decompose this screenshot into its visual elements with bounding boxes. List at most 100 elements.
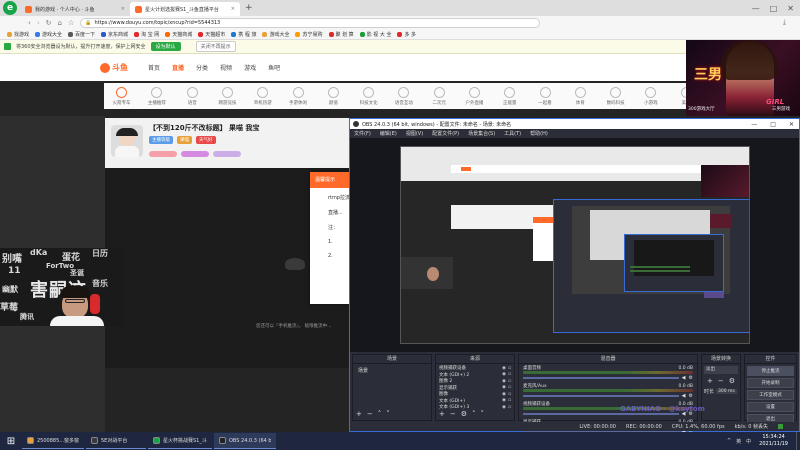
category-item[interactable]: 数码科技 <box>598 86 633 106</box>
show-desktop[interactable] <box>796 432 800 450</box>
start-button[interactable]: ⊞ <box>0 436 22 447</box>
minimize-icon[interactable]: — <box>752 4 760 13</box>
host-tag[interactable]: 主播等级 <box>149 136 173 144</box>
bookmark-item[interactable]: 百度一下 <box>65 31 98 38</box>
douyu-logo[interactable]: 斗鱼 <box>100 62 128 73</box>
category-item[interactable]: 二次元 <box>422 86 457 106</box>
new-tab-button[interactable]: + <box>240 3 258 13</box>
bookmark-item[interactable]: 淘 宝 网 <box>131 31 162 38</box>
back-icon[interactable]: ‹ <box>28 19 31 27</box>
room-tag[interactable] <box>149 151 177 157</box>
taskbar-item[interactable]: 2500885...窗多窗口... <box>22 433 84 449</box>
home-icon[interactable]: ⌂ <box>58 19 62 27</box>
bookmark-item[interactable]: 携 程 旅 <box>228 31 259 38</box>
bookmark-item[interactable]: 京东商城 <box>98 31 131 38</box>
maximize-icon[interactable]: □ <box>770 4 778 13</box>
browser-tab[interactable]: 星火计划选拔赛S1_斗鱼直播平台 × <box>130 2 240 16</box>
category-item[interactable]: 单机热游 <box>245 86 280 106</box>
scene-item[interactable]: 场景 <box>356 366 428 375</box>
nav-item[interactable]: 分类 <box>190 63 214 72</box>
nav-item[interactable]: 直播 <box>166 63 190 72</box>
host-tag[interactable]: 天气好 <box>196 136 216 144</box>
add-scene-icon[interactable]: + <box>356 410 362 418</box>
control-button[interactable]: 停止推流 <box>747 366 794 376</box>
category-item[interactable]: 颜值 <box>316 86 351 106</box>
duration-input[interactable]: 300 ms <box>716 389 737 394</box>
obs-close-icon[interactable]: ✕ <box>784 121 799 128</box>
obs-maximize-icon[interactable]: □ <box>765 121 781 128</box>
obs-menu-item[interactable]: 视图(V) <box>406 130 423 137</box>
control-button[interactable]: 设置 <box>747 402 794 412</box>
visibility-eye-icon[interactable]: ◉ <box>502 405 506 410</box>
obs-menu-item[interactable]: 文件(F) <box>354 130 371 137</box>
category-item[interactable]: 正能量 <box>492 86 527 106</box>
set-default-button[interactable]: 设为默认 <box>150 42 181 51</box>
room-tag[interactable] <box>181 151 209 157</box>
control-button[interactable]: 工作室模式 <box>747 390 794 400</box>
category-item[interactable]: 小游戏 <box>633 86 668 106</box>
star-icon[interactable]: ☆ <box>68 19 74 27</box>
lock-icon[interactable]: ▫ <box>508 385 511 390</box>
dismiss-button[interactable]: 关闭不再提示 <box>195 41 236 52</box>
obs-menu-item[interactable]: 配置文件(P) <box>432 130 459 137</box>
settings-gear-icon[interactable]: ⚙ <box>689 393 693 399</box>
obs-minimize-icon[interactable]: — <box>746 121 762 128</box>
bookmark-item[interactable]: 多 多 <box>394 31 419 38</box>
move-down-icon[interactable]: ˅ <box>386 410 390 418</box>
tray-item[interactable]: 英 <box>736 438 741 445</box>
volume-slider[interactable] <box>523 377 679 379</box>
remove-source-icon[interactable]: − <box>450 410 456 418</box>
category-item[interactable]: 户外直播 <box>457 86 492 106</box>
add-transition-icon[interactable]: + <box>707 377 713 385</box>
bookmark-item[interactable]: 苏宁易购 <box>292 31 325 38</box>
clock[interactable]: 15:34:24 2021/11/19 <box>751 434 796 448</box>
nav-item[interactable]: 游戏 <box>238 63 262 72</box>
visibility-eye-icon[interactable]: ◉ <box>502 392 506 397</box>
add-source-icon[interactable]: + <box>439 410 445 418</box>
visibility-eye-icon[interactable]: ◉ <box>502 385 506 390</box>
transition-settings-icon[interactable]: ⚙ <box>729 377 735 385</box>
lock-icon[interactable]: ▫ <box>508 379 511 384</box>
lock-icon[interactable]: ▫ <box>508 366 511 371</box>
taskbar-item[interactable]: 星火杯挑战赛S1_斗... <box>148 433 212 449</box>
lock-icon[interactable]: ▫ <box>508 405 511 410</box>
category-item[interactable]: 手游休闲 <box>280 86 315 106</box>
nav-item[interactable]: 首页 <box>142 63 166 72</box>
nav-item[interactable]: 视频 <box>214 63 238 72</box>
remove-scene-icon[interactable]: − <box>367 410 373 418</box>
tray-item[interactable]: ^ <box>727 438 731 444</box>
category-item[interactable]: 主播推荐 <box>139 86 174 106</box>
lock-icon[interactable]: ▫ <box>508 398 511 403</box>
control-button[interactable]: 开始录制 <box>747 378 794 388</box>
volume-slider[interactable] <box>523 395 679 397</box>
transition-select[interactable]: 淡出 <box>704 366 738 374</box>
visibility-eye-icon[interactable]: ◉ <box>502 398 506 403</box>
bookmark-item[interactable]: 影 视 大 全 <box>357 31 395 38</box>
obs-menu-item[interactable]: 编辑(E) <box>380 130 397 137</box>
visibility-eye-icon[interactable]: ◉ <box>502 379 506 384</box>
category-item[interactable]: 网游竞技 <box>210 86 245 106</box>
tab-close-icon[interactable]: × <box>231 6 235 12</box>
browser-tab[interactable]: 我的游戏 · 个人中心 · 斗鱼 × <box>20 2 130 16</box>
lock-icon[interactable]: ▫ <box>508 392 511 397</box>
visibility-eye-icon[interactable]: ◉ <box>502 372 506 377</box>
room-tag[interactable] <box>213 151 241 157</box>
category-item[interactable]: 体育 <box>563 86 598 106</box>
reload-icon[interactable]: ↻ <box>46 19 52 27</box>
bookmark-item[interactable]: 天猫商城 <box>162 31 195 38</box>
obs-menu-item[interactable]: 场景集合(S) <box>468 130 495 137</box>
bookmark-item[interactable]: 聚 划 算 <box>326 31 357 38</box>
speaker-icon[interactable]: ◀ <box>682 393 686 399</box>
bookmark-item[interactable]: 天猫超市 <box>195 31 228 38</box>
taskbar-item[interactable]: OBS 24.0.3 (64 bit... <box>214 433 276 449</box>
remove-transition-icon[interactable]: − <box>718 377 724 385</box>
move-up-icon[interactable]: ˄ <box>472 410 476 418</box>
close-icon[interactable]: ✕ <box>787 4 794 13</box>
speaker-icon[interactable]: ◀ <box>682 375 686 381</box>
settings-gear-icon[interactable]: ⚙ <box>689 375 693 381</box>
move-down-icon[interactable]: ˅ <box>481 410 485 418</box>
visibility-eye-icon[interactable]: ◉ <box>502 366 506 371</box>
forward-icon[interactable]: › <box>37 19 40 27</box>
category-item[interactable]: 火箭专车 <box>104 86 139 106</box>
bookmark-item[interactable]: 找游戏 <box>4 31 32 38</box>
